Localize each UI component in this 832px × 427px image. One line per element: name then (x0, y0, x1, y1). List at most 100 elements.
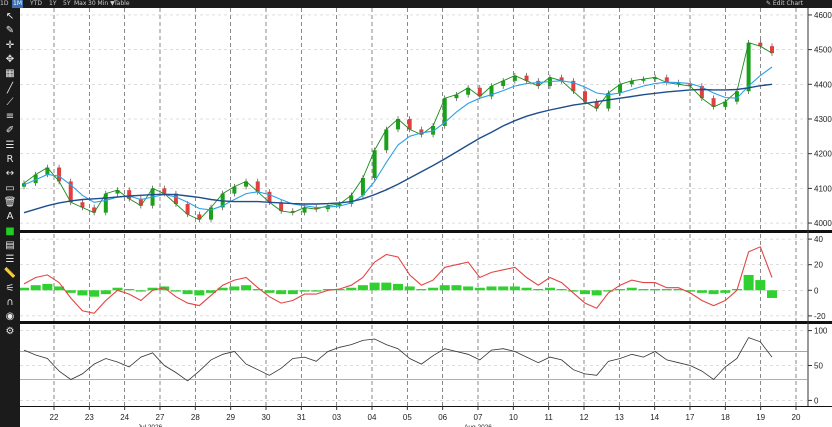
ray-icon[interactable]: ⟋ (3, 96, 17, 110)
circle-icon[interactable]: ◉ (3, 310, 17, 324)
histogram-bar (591, 290, 602, 296)
range-max[interactable]: Max (74, 0, 86, 8)
x-tick-label: 23 (85, 413, 94, 422)
pencil-icon[interactable]: ✎ (3, 24, 17, 38)
histogram-bar (369, 282, 380, 291)
crosshair-icon[interactable]: ✛ (3, 39, 17, 53)
x-tick-label: 27 (156, 413, 165, 422)
y-tick-label: 4200 (814, 150, 832, 159)
x-tick-label: 19 (756, 413, 765, 422)
y-tick-label: 4100 (814, 184, 832, 193)
text-a-icon[interactable]: A (3, 210, 17, 224)
channel-icon[interactable]: ≡ (3, 110, 17, 124)
histogram-bar (556, 289, 567, 291)
histogram-bar (77, 290, 88, 296)
edit-chart-button[interactable]: ✎ Edit Chart (766, 0, 803, 8)
x-tick-label: 30 (262, 413, 271, 422)
histogram-bar (474, 287, 485, 291)
range-table[interactable]: Table (114, 0, 130, 8)
histogram-bar (194, 290, 205, 296)
eraser-icon[interactable]: ▭ (3, 182, 17, 196)
histogram-bar (439, 285, 450, 291)
histogram-bar (100, 290, 111, 295)
histogram-bar (264, 290, 275, 293)
panel-divider (20, 230, 832, 233)
x-tick-label: 11 (545, 413, 554, 422)
chart-background (20, 8, 832, 427)
histogram-bar (451, 285, 462, 291)
histogram-bar (767, 290, 777, 298)
move-icon[interactable]: ✥ (3, 53, 17, 67)
line-icon[interactable]: ╱ (3, 82, 17, 96)
ruler-icon[interactable]: 📏 (3, 267, 17, 281)
panel-divider (20, 321, 832, 324)
x-tick-label: 24 (120, 413, 129, 422)
histogram-bar (650, 289, 661, 291)
magnet-icon[interactable]: ∩ (3, 296, 17, 310)
y-tick-label: 4500 (814, 46, 832, 55)
histogram-bar (509, 286, 520, 291)
grid-icon[interactable]: ▦ (3, 67, 17, 81)
drawing-toolbar: ↖ ✎ ✛ ✥ ▦ ╱ ⟋ ≡ ✐ ☰ R ↔ ▭ 🗑 A ■ ▤ ☰ 📏 ⚟ ∩ ◉ ⚙ (0, 8, 20, 427)
x-tick-label: 29 (226, 413, 235, 422)
histogram-bar (393, 283, 403, 291)
x-tick-label: 07 (474, 413, 483, 422)
range-1m[interactable]: 1M (12, 0, 23, 8)
x-tick-label: 06 (438, 413, 447, 422)
x-tick-label: 04 (368, 413, 377, 422)
histogram-bar (463, 286, 474, 291)
histogram-bar (416, 289, 427, 291)
x-tick-label: 03 (332, 413, 341, 422)
histogram-bar (229, 286, 240, 291)
x-tick-label: 20 (792, 413, 801, 422)
x-tick-label: 31 (297, 413, 306, 422)
histogram-bar (241, 285, 252, 291)
histogram-bar (135, 290, 146, 292)
lines-icon[interactable]: ☰ (3, 253, 17, 267)
measure-icon[interactable]: ↔ (3, 167, 17, 181)
y-tick-label: -20 (814, 312, 826, 321)
histogram-bar (708, 290, 719, 295)
histogram-bar (498, 286, 509, 291)
x-tick-label: 18 (721, 413, 730, 422)
bars-icon[interactable]: ▤ (3, 239, 17, 253)
gear-icon[interactable]: ⚙ (3, 325, 17, 339)
histogram-bar (30, 285, 41, 291)
histogram-bar (42, 283, 53, 291)
range-5y[interactable]: 5Y (63, 0, 70, 8)
fib-icon[interactable]: ☰ (3, 139, 17, 153)
histogram-bar (404, 286, 415, 291)
histogram-bar (638, 289, 649, 291)
range-1y[interactable]: 1Y (49, 0, 56, 8)
histogram-bar (299, 290, 310, 292)
trash-icon[interactable]: 🗑 (3, 196, 17, 210)
x-tick-label: 05 (403, 413, 412, 422)
color-square-icon[interactable]: ■ (3, 225, 17, 239)
brush-icon[interactable]: ✐ (3, 124, 17, 138)
y-tick-label: 0 (814, 286, 819, 295)
y-tick-label: 20 (814, 261, 823, 270)
histogram-bar (381, 282, 392, 291)
histogram-bar (661, 289, 672, 291)
x-tick-label: 10 (509, 413, 518, 422)
arrow-icon[interactable]: ↖ (3, 10, 17, 24)
range-1d[interactable]: 1D (0, 0, 8, 8)
histogram-bar (615, 289, 626, 291)
histogram-bar (533, 289, 544, 291)
y-tick-label: 4300 (814, 115, 832, 124)
sliders-icon[interactable]: ⚟ (3, 282, 17, 296)
y-tick-label: 0 (814, 396, 819, 405)
stock-chart[interactable]: 400041004200430044004500460040200-201005… (20, 8, 832, 427)
y-tick-label: 100 (814, 327, 828, 336)
x-tick-label: 14 (650, 413, 659, 422)
histogram-bar (544, 287, 555, 291)
text-r-icon[interactable]: R (3, 153, 17, 167)
histogram-bar (182, 290, 193, 295)
range-ytd[interactable]: YTD (30, 0, 42, 8)
range-30min[interactable]: 30 Min ▼ (88, 0, 115, 8)
y-tick-label: 40 (814, 235, 823, 244)
histogram-bar (124, 289, 135, 291)
histogram-bar (89, 290, 100, 297)
y-tick-label: 50 (814, 362, 823, 371)
x-tick-label: 12 (580, 413, 589, 422)
